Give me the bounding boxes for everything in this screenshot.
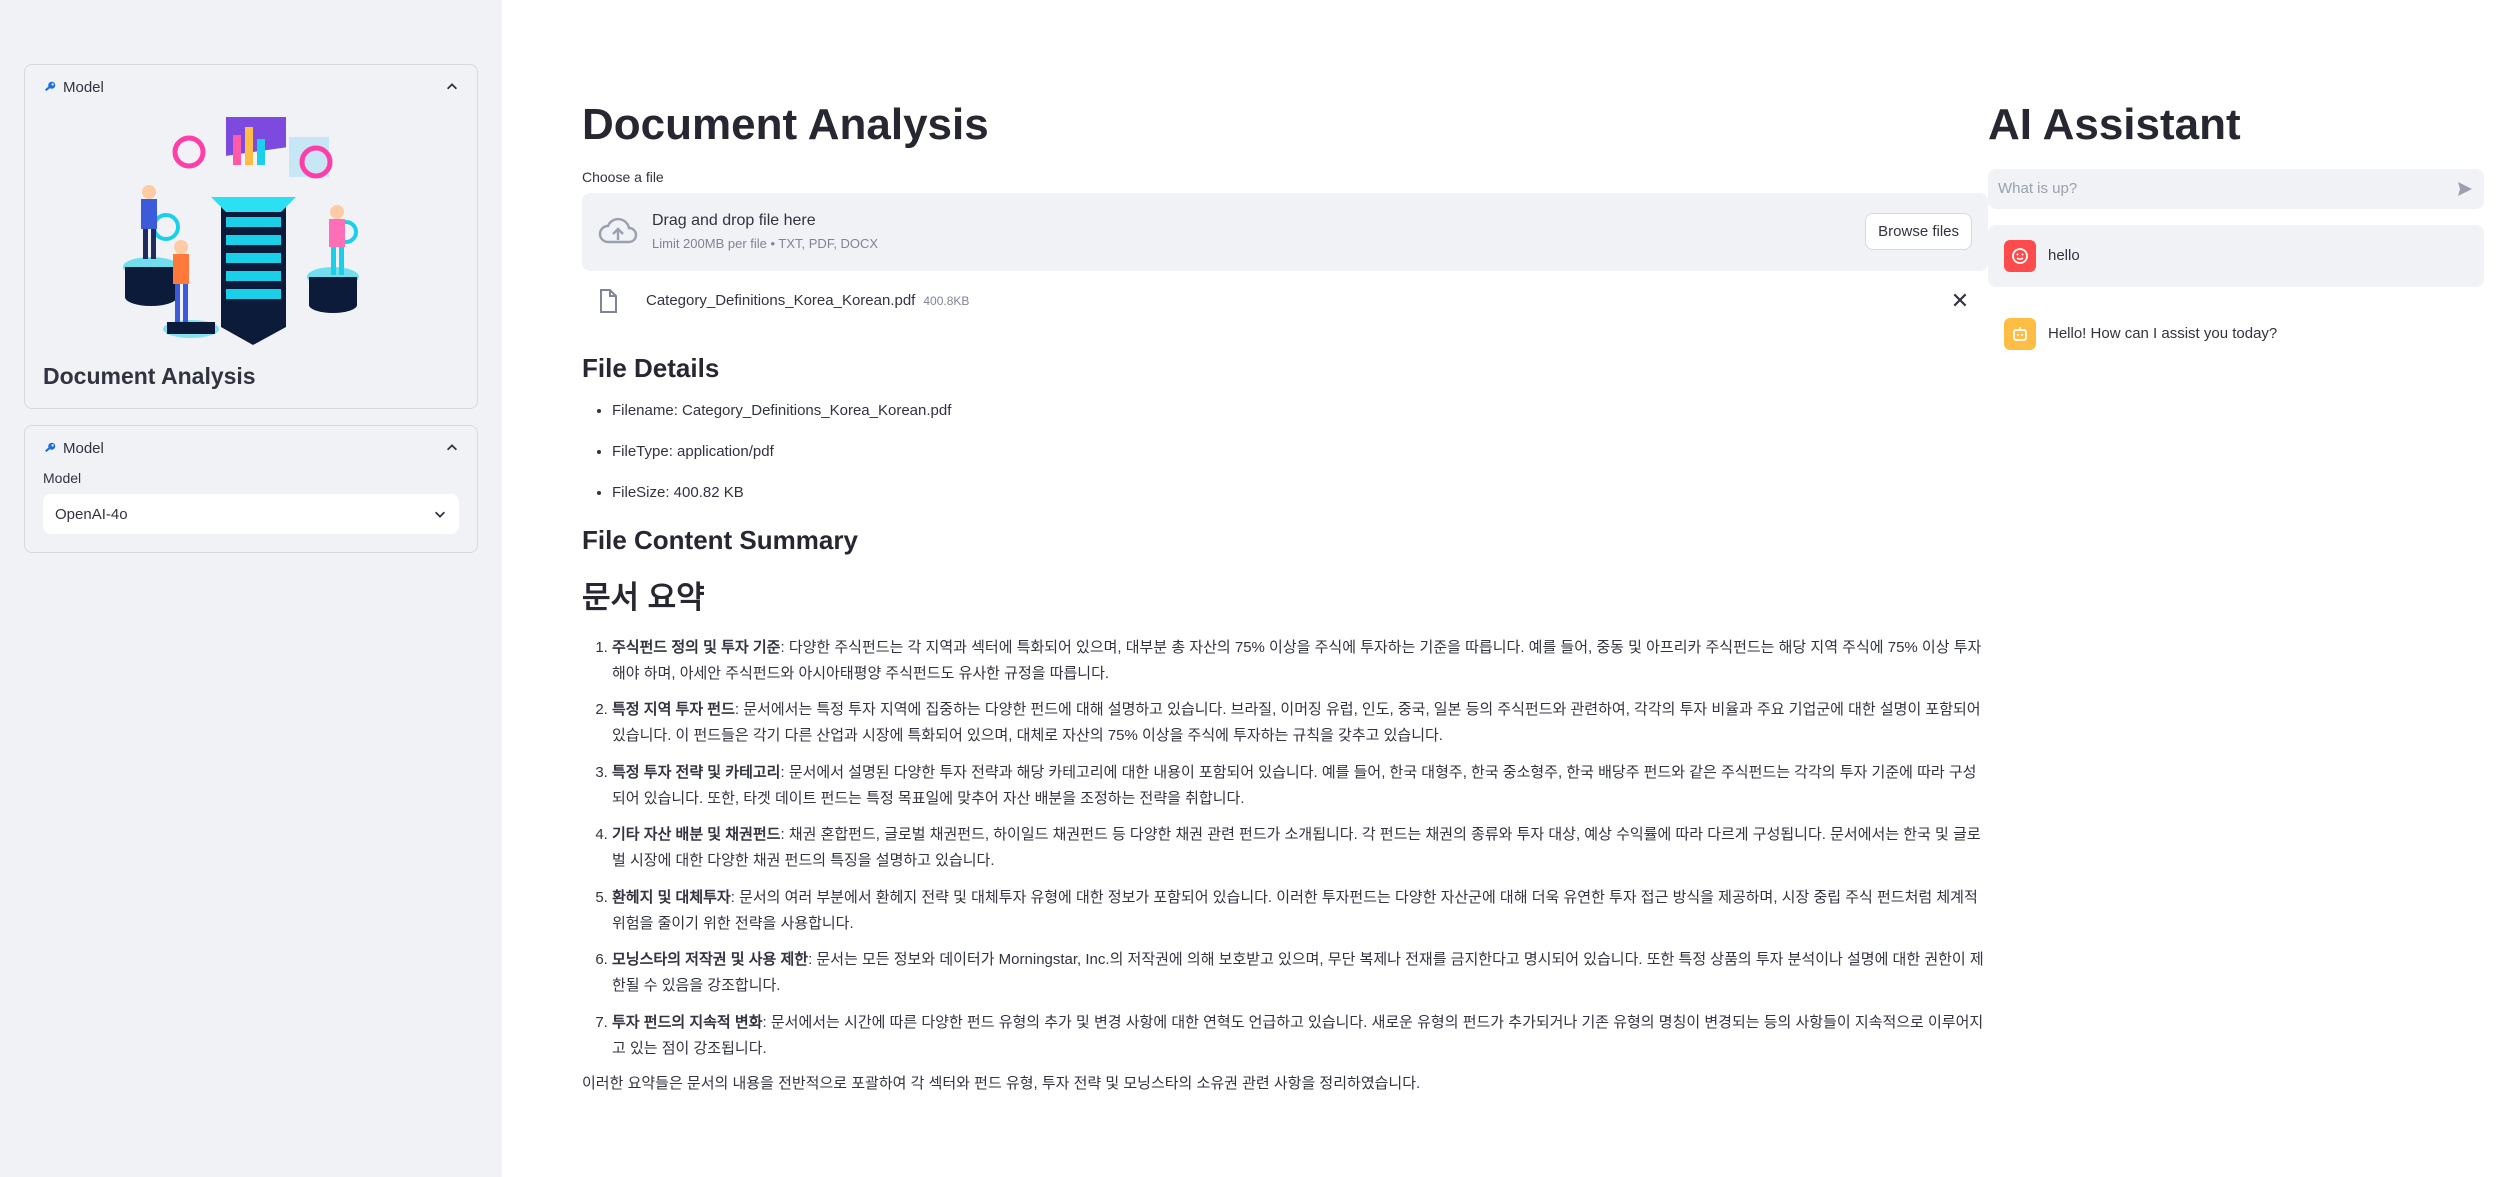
dropzone-limit: Limit 200MB per file • TXT, PDF, DOCX [652,236,879,252]
uploaded-file-size: 400.8KB [923,293,970,308]
assistant-title: AI Assistant [1988,100,2241,149]
summary-item-text: : 문서에서는 시간에 따른 다양한 펀드 유형의 추가 및 변경 사항에 대한… [612,1013,1984,1057]
chevron-up-icon[interactable] [445,441,459,455]
summary-list: 주식펀드 정의 및 투자 기준: 다양한 주식펀드는 각 지역과 섹터에 특화되… [582,635,1988,1063]
model-select-value: OpenAI-4o [55,505,128,523]
page-title: Document Analysis [582,100,989,149]
send-icon[interactable] [2456,180,2474,198]
chat-message-text: Hello! How can I assist you today? [2048,325,2278,343]
file-details-list: Filename: Category_Definitions_Korea_Kor… [582,402,1988,501]
uploaded-file-name: Category_Definitions_Korea_Korean.pdf [646,292,916,310]
summary-item: 특정 투자 전략 및 카테고리: 문서에서 설명된 다양한 투자 전략과 해당 … [612,760,1988,813]
bot-avatar-icon [2004,317,2036,350]
model-expander: Model Model OpenAI-4o [24,425,478,553]
summary-item-text: : 문서에서 설명된 다양한 투자 전략과 해당 카테고리에 대한 내용이 포함… [612,763,1977,807]
summary-item-text: : 문서의 여러 부분에서 환헤지 전략 및 대체투자 유형에 대한 정보가 포… [612,888,1978,932]
data-center-illustration [43,109,459,349]
remove-file-close-icon[interactable]: ✕ [1948,288,1972,314]
summary-item-title: 특정 지역 투자 펀드 [612,701,735,719]
key-icon [45,442,56,453]
summary-subheading: 문서 요약 [582,579,705,615]
summary-item-text: : 채권 혼합펀드, 글로벌 채권펀드, 하이일드 채권펀드 등 다양한 채권 … [612,826,1981,870]
key-icon [45,81,56,92]
chevron-up-icon[interactable] [445,80,459,94]
assistant-panel: AI Assistant hello [1988,0,2508,1177]
file-detail-item: FileType: application/pdf [612,443,1988,460]
summary-item: 환헤지 및 대체투자: 문서의 여러 부분에서 환헤지 전략 및 대체투자 유형… [612,885,1988,938]
file-dropzone[interactable]: Drag and drop file here Limit 200MB per … [582,192,1988,271]
user-avatar-icon [2004,239,2036,272]
chat-message-assistant: Hello! How can I assist you today? [1988,302,2484,365]
summary-heading: File Content Summary [582,524,858,555]
summary-item-title: 투자 펀드의 지속적 변화 [612,1013,763,1031]
summary-item: 기타 자산 배분 및 채권펀드: 채권 혼합펀드, 글로벌 채권펀드, 하이일드… [612,822,1988,875]
chat-input-container [1988,168,2484,209]
summary-item: 투자 펀드의 지속적 변화: 문서에서는 시간에 따른 다양한 펀드 유형의 추… [612,1010,1988,1063]
file-detail-item: Filename: Category_Definitions_Korea_Kor… [612,402,1988,419]
summary-item-title: 기타 자산 배분 및 채권펀드 [612,826,781,844]
summary-item-title: 주식펀드 정의 및 투자 기준 [612,638,781,656]
browse-files-button[interactable]: Browse files [1865,213,1972,251]
expander-label: Model [63,78,104,96]
chat-input[interactable] [1998,180,2456,198]
model-select[interactable]: OpenAI-4o [43,494,459,534]
file-detail-item: FileSize: 400.82 KB [612,484,1988,501]
summary-item-text: : 문서에서는 특정 투자 지역에 집중하는 다양한 펀드에 대해 설명하고 있… [612,701,1981,745]
illustration-expander-header[interactable]: Model [25,65,477,109]
file-uploader-label: Choose a file [582,168,664,185]
summary-item-text: : 문서는 모든 정보와 데이터가 Morningstar, Inc.의 저작권… [612,951,1984,995]
chat-message-text: hello [2048,247,2080,265]
summary-item: 모닝스타의 저작권 및 사용 제한: 문서는 모든 정보와 데이터가 Morni… [612,947,1988,1000]
summary-item-title: 환헤지 및 대체투자 [612,888,731,906]
expander-label: Model [63,439,104,457]
chat-message-user: hello [1988,224,2484,287]
cloud-upload-icon [598,217,638,243]
illustration-expander: Model Document Analysis [24,64,478,409]
model-expander-header[interactable]: Model [25,426,477,470]
server-illustration-image [123,117,359,345]
uploaded-file-row: Category_Definitions_Korea_Korean.pdf 40… [582,271,1988,331]
summary-item: 특정 지역 투자 펀드: 문서에서는 특정 투자 지역에 집중하는 다양한 펀드… [612,697,1988,750]
model-field-label: Model [43,470,82,486]
sidebar-title: Document Analysis [43,363,256,389]
file-details-heading: File Details [582,352,720,383]
chevron-down-icon [435,511,445,518]
summary-closing: 이러한 요약들은 문서의 내용을 전반적으로 포괄하여 각 섹터와 펀드 유형,… [582,1075,1421,1093]
summary-item-title: 특정 투자 전략 및 카테고리 [612,763,781,781]
sidebar: Model Document Analysis Model Model Open… [0,0,502,1177]
summary-item-text: : 다양한 주식펀드는 각 지역과 섹터에 특화되어 있으며, 대부분 총 자산… [612,638,1982,682]
summary-item: 주식펀드 정의 및 투자 기준: 다양한 주식펀드는 각 지역과 섹터에 특화되… [612,635,1988,688]
main-content: Document Analysis Choose a file Drag and… [502,0,1988,1177]
dropzone-instructions: Drag and drop file here [652,212,816,230]
summary-item-title: 모닝스타의 저작권 및 사용 제한 [612,951,809,969]
app-root: Model Document Analysis Model Model Open… [0,0,2508,1177]
file-icon [600,288,617,313]
